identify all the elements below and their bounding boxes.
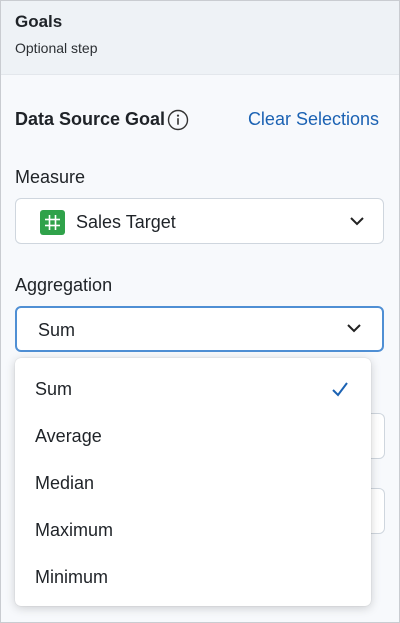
option-average[interactable]: Average: [15, 413, 371, 460]
aggregation-select[interactable]: Sum: [15, 306, 384, 352]
option-label: Average: [35, 426, 102, 446]
measure-label: Measure: [15, 167, 86, 187]
chevron-down-icon: [350, 217, 364, 226]
chevron-down-icon: [347, 324, 361, 333]
option-median[interactable]: Median: [15, 460, 371, 507]
goals-panel: Goals Optional step Data Source Goal Cle…: [0, 0, 400, 623]
panel-header: Goals Optional step: [1, 1, 399, 75]
option-label: Median: [35, 473, 95, 493]
section-title: Data Source Goal: [15, 109, 166, 129]
info-icon[interactable]: [167, 109, 189, 131]
aggregation-value: Sum: [38, 320, 76, 340]
measure-value: Sales Target: [76, 212, 176, 232]
panel-title: Goals: [15, 12, 63, 31]
option-label: Minimum: [35, 567, 109, 587]
panel-subtitle: Optional step: [15, 40, 98, 56]
measure-select[interactable]: Sales Target: [15, 198, 384, 244]
option-minimum[interactable]: Minimum: [15, 554, 371, 601]
option-label: Sum: [35, 379, 73, 399]
clear-selections-link[interactable]: Clear Selections: [248, 109, 379, 130]
checkmark-icon: [332, 382, 348, 397]
aggregation-label: Aggregation: [15, 275, 113, 295]
option-maximum[interactable]: Maximum: [15, 507, 371, 554]
option-sum[interactable]: Sum: [15, 366, 371, 413]
number-grid-icon: [40, 210, 65, 235]
aggregation-dropdown: Sum Average Median Maximum Minimum: [15, 358, 371, 606]
option-label: Maximum: [35, 520, 114, 540]
